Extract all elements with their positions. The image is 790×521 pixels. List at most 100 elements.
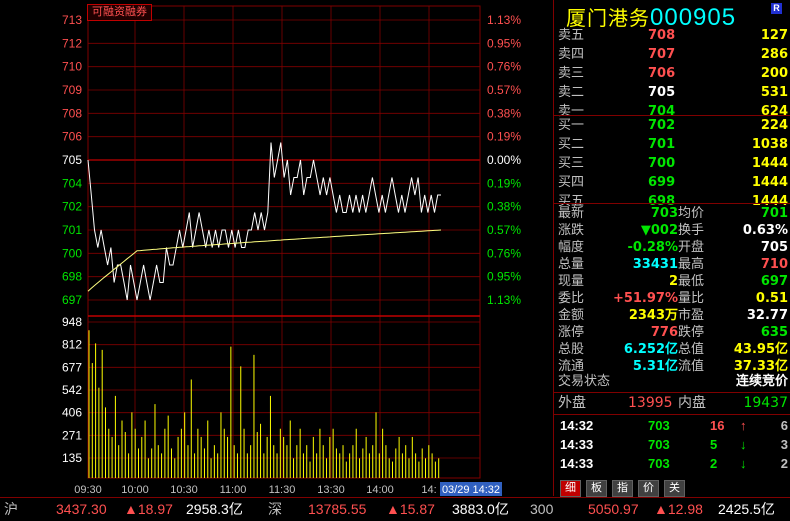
- ask-row[interactable]: 卖二 705 531: [558, 84, 788, 101]
- tab-2[interactable]: 指: [612, 480, 633, 497]
- sz-index[interactable]: 13785.55: [308, 498, 366, 520]
- stat-label: 市盈: [678, 308, 705, 323]
- pct-tick-label: 0.19%: [487, 130, 521, 144]
- stat-row: 现量 2 最低 697: [558, 273, 788, 290]
- bid-row[interactable]: 买一 702 224: [558, 117, 788, 134]
- outer-label: 外盘: [558, 395, 586, 411]
- time-tick-label: 09:30: [74, 484, 102, 496]
- stat-label: 现量: [558, 274, 585, 289]
- volume-tick-label: 406: [62, 406, 82, 420]
- stat-label: 均价: [678, 206, 705, 221]
- margin-trading-badge[interactable]: 可融资融券: [87, 4, 152, 21]
- stat-value: -0.28%: [627, 240, 679, 255]
- price-tick-label: 697: [62, 293, 82, 307]
- stat-label: 最低: [678, 274, 705, 289]
- stat-row: 总量 33431 最高 710: [558, 256, 788, 273]
- cy-index[interactable]: 5050.97: [588, 498, 639, 520]
- pct-tick-label: 0.95%: [487, 36, 521, 50]
- tab-1[interactable]: 板: [586, 480, 607, 497]
- bid-price: 702: [648, 118, 676, 133]
- volume-tick-label: 542: [62, 383, 82, 397]
- stat-label: 涨停: [558, 325, 585, 340]
- up-arrow-icon: ↑: [740, 418, 747, 433]
- bid-price: 699: [648, 175, 676, 190]
- time-tick-label: 13:30: [317, 484, 345, 496]
- ask-row[interactable]: 卖四 707 286: [558, 46, 788, 63]
- tick-row[interactable]: 14:32 703 16 ↑ 6: [558, 416, 788, 435]
- bid-volume: 1444: [751, 175, 788, 190]
- bid-volume: 1444: [751, 156, 788, 171]
- outer-value: 13995: [628, 395, 673, 411]
- bid-row[interactable]: 买三 700 1444: [558, 155, 788, 172]
- pct-tick-label: 0.19%: [487, 176, 521, 190]
- cy-label: 300: [530, 501, 554, 517]
- volume-tick-label: 677: [62, 360, 82, 374]
- ask-row[interactable]: 卖三 706 200: [558, 65, 788, 82]
- price-tick-label: 702: [62, 200, 82, 214]
- stat-value: 43.95亿: [733, 342, 788, 357]
- tick-row[interactable]: 14:33 703 2 ↓ 2: [558, 454, 788, 473]
- sh-amount: 2958.3亿: [186, 501, 243, 517]
- pct-tick-label: 0.38%: [487, 200, 521, 214]
- pct-tick-label: 0.00%: [487, 153, 521, 167]
- volume-tick-label: 948: [62, 315, 82, 329]
- pct-tick-label: 0.76%: [487, 60, 521, 74]
- stat-label: 总值: [678, 342, 705, 357]
- volume-tick-label: 271: [62, 428, 82, 442]
- down-arrow-icon: ↓: [740, 456, 747, 471]
- stat-value: 2: [668, 274, 678, 289]
- bid-row[interactable]: 买四 699 1444: [558, 174, 788, 191]
- tick-price: 703: [648, 418, 670, 433]
- tab-4[interactable]: 关: [664, 480, 685, 497]
- pct-tick-label: 1.13%: [487, 13, 521, 27]
- trade-status-value: 连续竞价: [735, 374, 788, 389]
- pct-tick-label: 1.13%: [487, 293, 521, 307]
- pct-tick-label: 0.38%: [487, 106, 521, 120]
- stat-label: 开盘: [678, 240, 705, 255]
- price-tick-label: 706: [62, 130, 82, 144]
- stat-value: ▼002: [640, 223, 678, 238]
- tab-3[interactable]: 价: [638, 480, 659, 497]
- pct-tick-label: 0.57%: [487, 223, 521, 237]
- price-tick-label: 712: [62, 36, 82, 50]
- stat-label: 委比: [558, 291, 585, 306]
- tick-row[interactable]: 14:33 703 5 ↓ 3: [558, 435, 788, 454]
- bid-row[interactable]: 买二 701 1038: [558, 136, 788, 153]
- stat-label: 跌停: [678, 325, 705, 340]
- stat-label: 总股: [558, 342, 585, 357]
- stat-value: 697: [760, 274, 788, 289]
- intraday-chart[interactable]: 713 1.13% 712 0.95% 710 0.76% 709 0.57% 708 0.38%…: [0, 0, 553, 497]
- bid-label: 买一: [558, 118, 585, 133]
- tick-time: 14:33: [560, 456, 594, 471]
- divider: [554, 203, 790, 204]
- ask-price: 705: [648, 85, 676, 100]
- stat-value: 32.77: [746, 308, 788, 323]
- average-line: [87, 229, 442, 292]
- price-tick-label: 708: [62, 106, 82, 120]
- cursor-label: 03/29 14:32: [442, 484, 500, 496]
- stat-value: 703: [650, 206, 678, 221]
- bid-volume: 224: [760, 118, 788, 133]
- time-tick-label: 14:00: [366, 484, 394, 496]
- tick-count: 3: [780, 437, 788, 452]
- ask-label: 卖五: [558, 28, 585, 43]
- sh-index[interactable]: 3437.30: [56, 498, 107, 520]
- price-tick-label: 701: [62, 223, 82, 237]
- price-tick-label: 700: [62, 246, 82, 260]
- cy-amount: 2425.5亿: [718, 501, 775, 517]
- ask-label: 卖二: [558, 85, 585, 100]
- stat-label: 最高: [678, 257, 705, 272]
- r-badge-icon[interactable]: R: [771, 3, 782, 14]
- bid-label: 买二: [558, 137, 585, 152]
- stat-value: 33431: [632, 257, 678, 272]
- stat-row: 金额 2343万 市盈 32.77: [558, 307, 788, 324]
- time-tick-label: 10:00: [121, 484, 149, 496]
- time-tick-label: 11:00: [220, 484, 247, 496]
- stat-label: 涨跌: [558, 223, 585, 238]
- ask-row[interactable]: 卖五 708 127: [558, 27, 788, 44]
- stat-value: 776: [650, 325, 678, 340]
- down-arrow-icon: ↓: [740, 437, 747, 452]
- tick-count: 6: [780, 418, 788, 433]
- tab-0[interactable]: 细: [560, 480, 581, 497]
- stat-label: 换手: [678, 223, 705, 238]
